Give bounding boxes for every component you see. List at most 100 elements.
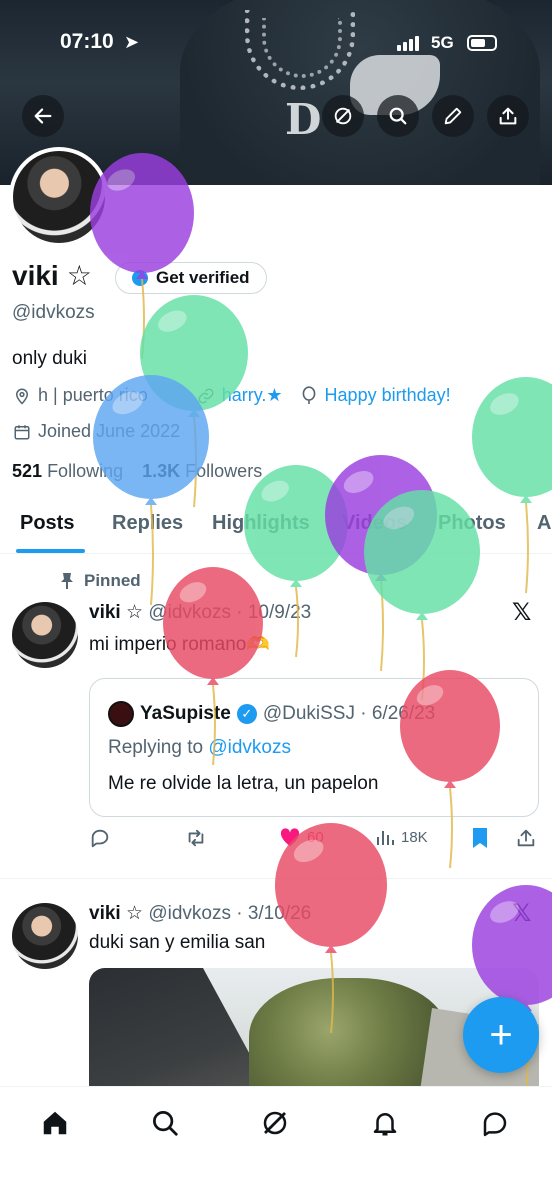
- grok-icon: [334, 107, 352, 125]
- profile-tabs: Posts Replies Highlights Videos Photos A: [0, 500, 552, 554]
- pinned-indicator: Pinned: [60, 571, 141, 591]
- reply-button[interactable]: [89, 827, 111, 849]
- profile-link[interactable]: harry.★: [222, 385, 283, 406]
- pin-icon: [61, 573, 73, 589]
- replying-handle[interactable]: @idvkozs: [208, 737, 291, 758]
- network-label: 5G: [431, 33, 454, 52]
- tab-highlights[interactable]: Highlights: [212, 512, 310, 535]
- x-logo-icon: 𝕏: [512, 900, 532, 927]
- profile-bio: only duki: [12, 348, 87, 369]
- calendar-icon: [12, 422, 32, 442]
- back-arrow-icon: [34, 108, 52, 124]
- heart-icon: [280, 828, 300, 847]
- like-button[interactable]: 60: [279, 827, 324, 847]
- post-header: viki ☆ @idvkozs · 3/10/26: [89, 902, 311, 925]
- notifications-icon: [373, 1113, 397, 1136]
- balloon: [244, 465, 348, 658]
- views-button[interactable]: 18K: [375, 827, 428, 847]
- quote-author-name: YaSupiste: [140, 703, 231, 724]
- nav-notifications[interactable]: [365, 1103, 405, 1143]
- active-tab-indicator: [16, 549, 85, 553]
- quote-header: YaSupiste ✓ @DukiSSJ · 6/26/23: [108, 701, 435, 727]
- status-time: 07:10: [60, 30, 114, 53]
- post-handle-date: @idvkozs · 10/9/23: [148, 602, 312, 623]
- x-logo-icon: 𝕏: [512, 599, 532, 626]
- post-handle-date: @idvkozs · 3/10/26: [148, 903, 312, 924]
- balloon: [472, 377, 552, 594]
- post-author-name[interactable]: viki: [89, 903, 121, 924]
- link-icon: [196, 386, 216, 406]
- pinned-label: Pinned: [84, 571, 141, 590]
- tab-posts[interactable]: Posts: [20, 512, 74, 535]
- quoted-post[interactable]: YaSupiste ✓ @DukiSSJ · 6/26/23 Replying …: [89, 678, 539, 817]
- avatar-image: [13, 151, 105, 243]
- grok-button[interactable]: [322, 95, 364, 137]
- battery-icon: [467, 35, 497, 51]
- get-verified-button[interactable]: Get verified: [115, 262, 267, 294]
- compose-button[interactable]: +: [463, 997, 539, 1073]
- post-author-star: ☆: [125, 602, 144, 623]
- tab-replies[interactable]: Replies: [112, 512, 183, 535]
- post-avatar[interactable]: [12, 602, 78, 668]
- post-text: mi imperio romano🫶: [89, 634, 270, 655]
- nav-grok[interactable]: [255, 1103, 295, 1143]
- replying-prefix: Replying to: [108, 737, 204, 758]
- like-count: 60: [307, 828, 324, 846]
- quote-handle-date: @DukiSSJ · 6/26/23: [262, 703, 436, 724]
- quote-avatar: [108, 701, 134, 727]
- tab-videos[interactable]: Videos: [342, 512, 407, 535]
- search-button[interactable]: [377, 95, 419, 137]
- share-button[interactable]: [487, 95, 529, 137]
- tab-photos[interactable]: Photos: [438, 512, 506, 535]
- search-icon: [389, 107, 407, 125]
- search-icon: [153, 1111, 178, 1136]
- post-author-name[interactable]: viki: [89, 602, 121, 623]
- back-button[interactable]: [22, 95, 64, 137]
- profile-joined-row: Joined June 2022: [12, 421, 180, 442]
- nav-search[interactable]: [145, 1103, 185, 1143]
- profile-name: viki ☆: [12, 259, 92, 292]
- pencil-icon: [444, 107, 462, 125]
- profile-handle: @idvkozs: [12, 302, 95, 323]
- quote-replying-to: Replying to @idvkozs: [108, 737, 291, 759]
- reply-icon: [91, 829, 109, 848]
- following-link[interactable]: 521 Following: [12, 461, 123, 481]
- post-header: viki ☆ @idvkozs · 10/9/23: [89, 601, 311, 624]
- location-pin-icon: [12, 386, 32, 406]
- grok-icon: [263, 1111, 287, 1135]
- post-author-star: ☆: [125, 903, 144, 924]
- tab-articles[interactable]: A: [537, 512, 551, 535]
- views-icon: [377, 831, 394, 845]
- nav-messages[interactable]: [475, 1103, 515, 1143]
- post-text: duki san y emilia san: [89, 932, 266, 953]
- location-arrow-icon: ➤: [124, 32, 140, 52]
- balloon-icon: [299, 385, 319, 406]
- following-label: Following: [47, 461, 124, 481]
- balloon: [325, 455, 437, 672]
- share-icon: [517, 829, 535, 847]
- post-actions: 60 18K: [89, 827, 539, 857]
- quote-text: Me re olvide la letra, un papelon: [108, 773, 379, 794]
- bookmark-icon: [473, 828, 487, 848]
- profile-avatar[interactable]: [9, 147, 109, 247]
- followers-label: Followers: [185, 461, 263, 481]
- birthday-link[interactable]: Happy birthday!: [325, 385, 451, 406]
- follow-stats: 521 Following 1.3K Followers: [12, 461, 262, 482]
- followers-count: 1.3K: [142, 461, 181, 481]
- verified-check-icon: ✓: [236, 704, 257, 724]
- share-post-button[interactable]: [515, 827, 537, 849]
- repost-button[interactable]: [184, 827, 208, 849]
- bookmark-button[interactable]: [471, 827, 489, 849]
- followers-link[interactable]: 1.3K Followers: [142, 461, 262, 481]
- status-bar: 07:10 ➤ 5G: [0, 30, 552, 60]
- post-avatar[interactable]: [12, 903, 78, 969]
- edit-button[interactable]: [432, 95, 474, 137]
- profile-location: h | puerto rico: [38, 385, 148, 405]
- nav-home[interactable]: [35, 1103, 75, 1143]
- banner-pendant: D: [285, 95, 322, 144]
- get-verified-label: Get verified: [156, 268, 250, 287]
- profile-star: ☆: [66, 260, 92, 291]
- home-icon: [43, 1111, 67, 1135]
- views-count: 18K: [401, 828, 428, 846]
- post-divider: [0, 878, 552, 879]
